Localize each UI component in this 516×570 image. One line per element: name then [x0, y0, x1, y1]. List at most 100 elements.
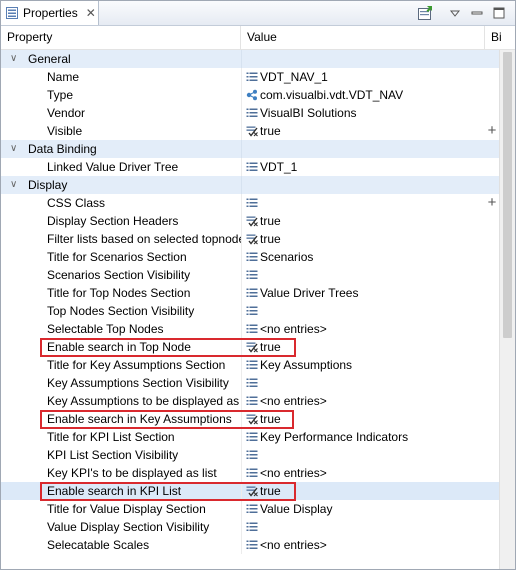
column-header-binding[interactable]: Bi [485, 26, 515, 49]
property-name-cell[interactable]: Key Assumptions Section Visibility [1, 374, 241, 392]
property-value-cell[interactable]: <no entries> [241, 464, 480, 482]
property-name-cell[interactable]: Key KPI's to be displayed as list [1, 464, 241, 482]
property-name-cell[interactable]: Title for KPI List Section [1, 428, 241, 446]
property-value-cell[interactable]: com.visualbi.vdt.VDT_NAV [241, 86, 480, 104]
list-icon [246, 324, 258, 333]
property-value-cell[interactable] [241, 302, 480, 320]
vertical-scrollbar[interactable] [499, 50, 515, 569]
property-value-cell[interactable] [241, 266, 480, 284]
property-row[interactable]: Linked Value Driver Tree VDT_1 [1, 158, 499, 176]
property-row[interactable]: KPI List Section Visibility [1, 446, 499, 464]
property-value-cell[interactable] [241, 446, 480, 464]
property-row[interactable]: Visible true + [1, 122, 499, 140]
property-row[interactable]: Key Assumptions to be displayed as list <… [1, 392, 499, 410]
property-row[interactable]: Enable search in KPI List true [1, 482, 499, 500]
property-name-cell[interactable]: Linked Value Driver Tree [1, 158, 241, 176]
list-icon [246, 252, 258, 261]
property-name-cell[interactable]: Enable search in Key Assumptions [1, 410, 241, 428]
property-name-cell[interactable]: Enable search in KPI List [1, 482, 241, 500]
property-row[interactable]: Enable search in Top Node true [1, 338, 499, 356]
maximize-icon[interactable] [491, 5, 507, 21]
property-name-cell[interactable]: KPI List Section Visibility [1, 446, 241, 464]
property-name-cell[interactable]: Selectable Top Nodes [1, 320, 241, 338]
property-row[interactable]: Key Assumptions Section Visibility [1, 374, 499, 392]
expand-chevron-icon[interactable]: ∨ [10, 50, 20, 68]
property-name-cell[interactable]: Key Assumptions to be displayed as list [1, 392, 241, 410]
category-row-general[interactable]: ∨ General [1, 50, 499, 68]
property-value-cell[interactable]: Scenarios [241, 248, 480, 266]
property-value-cell[interactable]: true [241, 212, 480, 230]
list-icon [246, 72, 258, 81]
property-name: Scenarios Section Visibility [47, 268, 191, 282]
close-icon[interactable]: ✕ [86, 6, 96, 20]
property-value-cell[interactable]: true [241, 410, 480, 428]
property-name-cell[interactable]: Name [1, 68, 241, 86]
property-value-cell[interactable]: true [241, 482, 480, 500]
property-name-cell[interactable]: Value Display Section Visibility [1, 518, 241, 536]
property-row[interactable]: Title for Top Nodes Section Value Driver … [1, 284, 499, 302]
property-name-cell[interactable]: Filter lists based on selected topnode [1, 230, 241, 248]
property-row[interactable]: Title for KPI List Section Key Performanc… [1, 428, 499, 446]
property-row[interactable]: Key KPI's to be displayed as list <no ent… [1, 464, 499, 482]
expand-chevron-icon[interactable]: ∨ [10, 140, 20, 158]
property-name-cell[interactable]: Title for Value Display Section [1, 500, 241, 518]
property-name-cell[interactable]: Display Section Headers [1, 212, 241, 230]
property-name-cell[interactable]: Visible [1, 122, 241, 140]
property-name-cell[interactable]: Title for Key Assumptions Section [1, 356, 241, 374]
property-row[interactable]: Title for Value Display Section Value Dis… [1, 500, 499, 518]
property-row[interactable]: Scenarios Section Visibility [1, 266, 499, 284]
property-value-cell[interactable] [241, 518, 480, 536]
add-binding-icon[interactable]: + [485, 194, 499, 212]
property-row[interactable]: Value Display Section Visibility [1, 518, 499, 536]
category-row-display[interactable]: ∨ Display [1, 176, 499, 194]
property-row[interactable]: Enable search in Key Assumptions true [1, 410, 499, 428]
property-row[interactable]: CSS Class + [1, 194, 499, 212]
property-row[interactable]: Type com.visualbi.vdt.VDT_NAV [1, 86, 499, 104]
property-value-cell[interactable]: Key Performance Indicators [241, 428, 480, 446]
property-value-cell[interactable] [241, 374, 480, 392]
property-name-cell[interactable]: Selecatable Scales [1, 536, 241, 554]
add-binding-icon[interactable]: + [485, 122, 499, 140]
property-row[interactable]: Name VDT_NAV_1 [1, 68, 499, 86]
property-value-cell[interactable] [241, 194, 480, 212]
property-value-cell[interactable]: <no entries> [241, 392, 480, 410]
property-row[interactable]: Top Nodes Section Visibility [1, 302, 499, 320]
property-row[interactable]: Filter lists based on selected topnode tr… [1, 230, 499, 248]
list-icon [246, 468, 258, 477]
property-value-cell[interactable]: Value Driver Trees [241, 284, 480, 302]
property-value-cell[interactable]: <no entries> [241, 320, 480, 338]
property-name-cell[interactable]: Scenarios Section Visibility [1, 266, 241, 284]
column-header-property[interactable]: Property [1, 26, 241, 49]
expand-chevron-icon[interactable]: ∨ [10, 176, 20, 194]
properties-tab[interactable]: Properties ✕ [1, 1, 99, 25]
property-value-cell[interactable]: true [241, 122, 480, 140]
property-value-cell[interactable]: VisualBI Solutions [241, 104, 480, 122]
category-row-data-binding[interactable]: ∨ Data Binding [1, 140, 499, 158]
property-row[interactable]: Selecatable Scales <no entries> [1, 536, 499, 554]
property-row[interactable]: Display Section Headers true [1, 212, 499, 230]
view-menu-icon[interactable] [447, 5, 463, 21]
property-name-cell[interactable]: Type [1, 86, 241, 104]
minimize-icon[interactable] [469, 5, 485, 21]
property-value-cell[interactable]: VDT_1 [241, 158, 480, 176]
property-name-cell[interactable]: Title for Top Nodes Section [1, 284, 241, 302]
column-header-value[interactable]: Value [241, 26, 485, 49]
property-row[interactable]: Title for Key Assumptions Section Key Ass… [1, 356, 499, 374]
property-value-cell[interactable]: true [241, 230, 480, 248]
property-value-cell[interactable]: true [241, 338, 480, 356]
scrollbar-thumb[interactable] [503, 52, 512, 338]
property-name-cell[interactable]: Vendor [1, 104, 241, 122]
property-value-cell[interactable]: Value Display [241, 500, 480, 518]
property-row[interactable]: Vendor VisualBI Solutions [1, 104, 499, 122]
property-name-cell[interactable]: Top Nodes Section Visibility [1, 302, 241, 320]
property-name-cell[interactable]: Enable search in Top Node [1, 338, 241, 356]
property-value-cell[interactable]: Key Assumptions [241, 356, 480, 374]
property-value-cell[interactable]: <no entries> [241, 536, 480, 554]
pin-view-icon[interactable] [417, 5, 433, 21]
property-row[interactable]: Selectable Top Nodes <no entries> [1, 320, 499, 338]
list-icon [246, 360, 258, 369]
property-row[interactable]: Title for Scenarios Section Scenarios [1, 248, 499, 266]
property-name-cell[interactable]: CSS Class [1, 194, 241, 212]
property-value-cell[interactable]: VDT_NAV_1 [241, 68, 480, 86]
property-name-cell[interactable]: Title for Scenarios Section [1, 248, 241, 266]
